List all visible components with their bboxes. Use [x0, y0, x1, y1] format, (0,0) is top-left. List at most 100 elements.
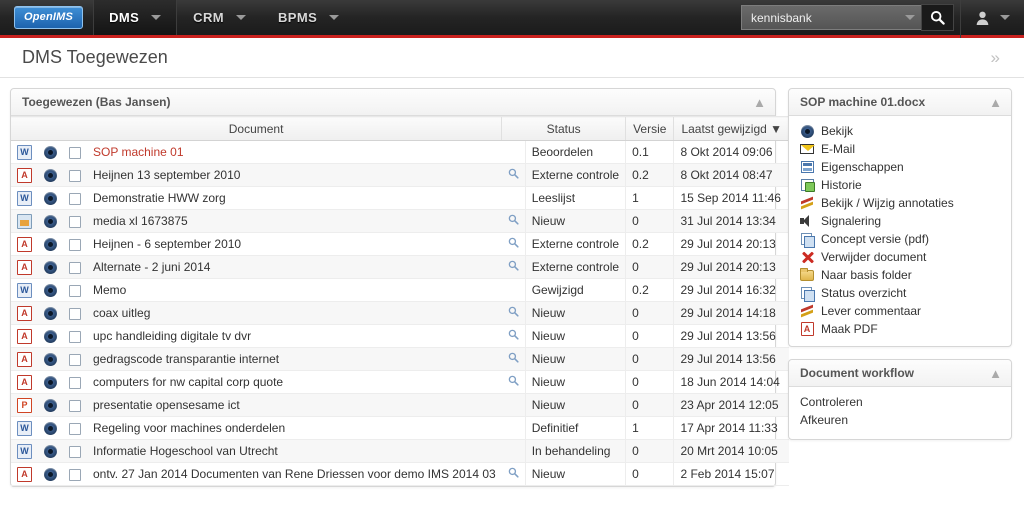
column-header-document[interactable]: Document: [11, 116, 502, 141]
row-checkbox[interactable]: [69, 353, 81, 366]
row-fulltext-search-cell[interactable]: [501, 255, 526, 279]
row-document-name[interactable]: Demonstratie HWW zorg: [87, 186, 502, 210]
table-row[interactable]: Heijnen - 6 september 2010 Externe contro…: [11, 232, 790, 256]
row-preview-cell[interactable]: [38, 232, 63, 256]
row-document-name[interactable]: Informatie Hogeschool van Utrecht: [87, 439, 502, 463]
row-checkbox[interactable]: [69, 238, 81, 251]
row-checkbox[interactable]: [69, 468, 81, 481]
column-header-laatst-gewijzigd[interactable]: Laatst gewijzigd ▼: [673, 116, 790, 141]
chevron-up-icon[interactable]: ▲: [989, 367, 1002, 380]
row-document-name[interactable]: media xl 1673875: [87, 209, 502, 233]
row-document-name[interactable]: SOP machine 01: [87, 140, 502, 164]
row-document-name[interactable]: presentatie opensesame ict: [87, 393, 502, 417]
row-preview-cell[interactable]: [38, 186, 63, 210]
row-preview-cell[interactable]: [38, 278, 63, 302]
eye-icon[interactable]: [44, 307, 57, 321]
row-select-cell[interactable]: [63, 393, 87, 417]
row-select-cell[interactable]: [63, 209, 87, 233]
row-select-cell[interactable]: [63, 370, 87, 394]
chevron-up-icon[interactable]: ▲: [753, 96, 766, 109]
eye-icon[interactable]: [44, 353, 57, 367]
row-checkbox[interactable]: [69, 445, 81, 458]
document-action-concept-versie-pdf[interactable]: Concept versie (pdf): [789, 230, 1011, 248]
row-checkbox[interactable]: [69, 192, 81, 205]
row-document-name[interactable]: Heijnen 13 september 2010: [87, 163, 502, 187]
row-select-cell[interactable]: [63, 324, 87, 348]
eye-icon[interactable]: [44, 146, 57, 160]
nav-chevron-down-icon[interactable]: [329, 15, 340, 20]
table-row[interactable]: Alternate - 2 juni 2014 Externe controle0…: [11, 255, 790, 279]
document-action-naar-basis-folder[interactable]: Naar basis folder: [789, 266, 1011, 284]
nav-chevron-down-icon[interactable]: [151, 15, 162, 20]
row-document-name[interactable]: Alternate - 2 juni 2014: [87, 255, 502, 279]
row-preview-cell[interactable]: [38, 140, 63, 164]
row-document-name[interactable]: computers for nw capital corp quote: [87, 370, 502, 394]
row-preview-cell[interactable]: [38, 324, 63, 348]
openims-logo[interactable]: OpenIMS: [14, 6, 84, 29]
workflow-item-afkeuren[interactable]: Afkeuren: [789, 412, 1011, 430]
nav-item-bpms[interactable]: BPMS: [262, 0, 355, 35]
search-scope-chevron-down-icon[interactable]: [905, 15, 915, 20]
row-preview-cell[interactable]: [38, 370, 63, 394]
row-fulltext-search-cell[interactable]: [501, 209, 526, 233]
table-row[interactable]: coax uitleg Nieuw029 Jul 2014 14:18: [11, 301, 790, 325]
chevron-up-icon[interactable]: ▲: [989, 96, 1002, 109]
column-header-status[interactable]: Status: [501, 116, 626, 141]
row-select-cell[interactable]: [63, 462, 87, 486]
search-button[interactable]: [921, 4, 954, 31]
table-row[interactable]: Memo Gewijzigd0.229 Jul 2014 16:32: [11, 278, 790, 302]
row-document-name[interactable]: coax uitleg: [87, 301, 502, 325]
document-action-bekijk-wijzig-annotaties[interactable]: Bekijk / Wijzig annotaties: [789, 194, 1011, 212]
row-checkbox[interactable]: [69, 307, 81, 320]
nav-item-dms[interactable]: DMS: [93, 0, 178, 35]
row-select-cell[interactable]: [63, 140, 87, 164]
row-preview-cell[interactable]: [38, 347, 63, 371]
document-action-historie[interactable]: Historie: [789, 176, 1011, 194]
document-action-e-mail[interactable]: E-Mail: [789, 140, 1011, 158]
row-select-cell[interactable]: [63, 347, 87, 371]
nav-item-crm[interactable]: CRM: [177, 0, 262, 35]
row-fulltext-search-cell[interactable]: [501, 324, 526, 348]
document-action-eigenschappen[interactable]: Eigenschappen: [789, 158, 1011, 176]
row-checkbox[interactable]: [69, 284, 81, 297]
row-document-name[interactable]: ontv. 27 Jan 2014 Documenten van Rene Dr…: [87, 462, 502, 486]
eye-icon[interactable]: [44, 215, 57, 229]
row-fulltext-search-cell[interactable]: [501, 232, 526, 256]
eye-icon[interactable]: [44, 284, 57, 298]
eye-icon[interactable]: [44, 192, 57, 206]
row-fulltext-search-cell[interactable]: [501, 163, 526, 187]
row-checkbox[interactable]: [69, 215, 81, 228]
row-document-name[interactable]: Heijnen - 6 september 2010: [87, 232, 502, 256]
row-select-cell[interactable]: [63, 439, 87, 463]
row-preview-cell[interactable]: [38, 301, 63, 325]
row-select-cell[interactable]: [63, 186, 87, 210]
table-row[interactable]: Informatie Hogeschool van Utrecht In beha…: [11, 439, 790, 463]
table-row[interactable]: SOP machine 01 Beoordelen0.18 Okt 2014 09…: [11, 140, 790, 164]
row-preview-cell[interactable]: [38, 393, 63, 417]
row-preview-cell[interactable]: [38, 416, 63, 440]
table-row[interactable]: gedragscode transparantie internet Nieuw0…: [11, 347, 790, 371]
search-input[interactable]: kennisbank: [741, 5, 921, 30]
document-action-signalering[interactable]: Signalering: [789, 212, 1011, 230]
row-checkbox[interactable]: [69, 376, 81, 389]
document-action-maak-pdf[interactable]: Maak PDF: [789, 320, 1011, 338]
column-header-versie[interactable]: Versie: [625, 116, 674, 141]
expand-panel-button[interactable]: »: [985, 48, 1006, 68]
document-action-status-overzicht[interactable]: Status overzicht: [789, 284, 1011, 302]
eye-icon[interactable]: [44, 238, 57, 252]
row-fulltext-search-cell[interactable]: [501, 462, 526, 486]
eye-icon[interactable]: [44, 399, 57, 413]
row-select-cell[interactable]: [63, 278, 87, 302]
row-checkbox[interactable]: [69, 399, 81, 412]
row-fulltext-search-cell[interactable]: [501, 301, 526, 325]
eye-icon[interactable]: [44, 330, 57, 344]
workflow-item-controleren[interactable]: Controleren: [789, 394, 1011, 412]
eye-icon[interactable]: [44, 445, 57, 459]
row-preview-cell[interactable]: [38, 163, 63, 187]
row-preview-cell[interactable]: [38, 439, 63, 463]
document-action-verwijder-document[interactable]: Verwijder document: [789, 248, 1011, 266]
document-action-bekijk[interactable]: Bekijk: [789, 122, 1011, 140]
table-row[interactable]: Regeling voor machines onderdelen Definit…: [11, 416, 790, 440]
row-select-cell[interactable]: [63, 416, 87, 440]
row-checkbox[interactable]: [69, 169, 81, 182]
